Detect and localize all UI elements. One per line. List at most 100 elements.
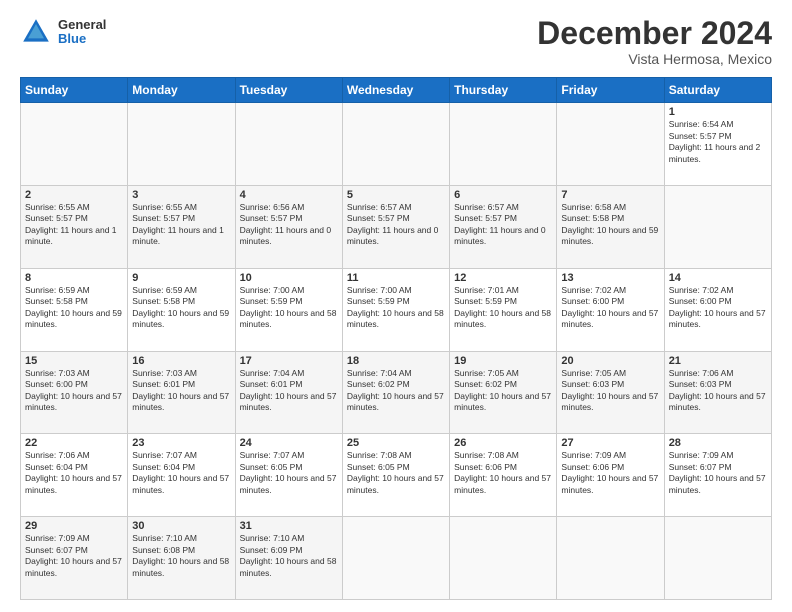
title-block: December 2024 Vista Hermosa, Mexico (537, 16, 772, 67)
day-number: 28 (669, 437, 767, 449)
day-cell-6: 6Sunrise: 6:57 AMSunset: 5:57 PMDaylight… (450, 185, 557, 268)
day-cell-20: 20Sunrise: 7:05 AMSunset: 6:03 PMDayligh… (557, 351, 664, 434)
calendar-week-5: 22Sunrise: 7:06 AMSunset: 6:04 PMDayligh… (21, 434, 772, 517)
day-cell-4: 4Sunrise: 6:56 AMSunset: 5:57 PMDaylight… (235, 185, 342, 268)
empty-cell (664, 517, 771, 600)
day-cell-15: 15Sunrise: 7:03 AMSunset: 6:00 PMDayligh… (21, 351, 128, 434)
day-number: 15 (25, 355, 123, 367)
day-number: 5 (347, 189, 445, 201)
day-info: Sunrise: 7:09 AMSunset: 6:06 PMDaylight:… (561, 450, 659, 496)
day-info: Sunrise: 7:03 AMSunset: 6:01 PMDaylight:… (132, 368, 230, 414)
day-info: Sunrise: 7:07 AMSunset: 6:04 PMDaylight:… (132, 450, 230, 496)
day-info: Sunrise: 7:09 AMSunset: 6:07 PMDaylight:… (25, 533, 123, 579)
day-info: Sunrise: 6:59 AMSunset: 5:58 PMDaylight:… (132, 285, 230, 331)
day-number: 22 (25, 437, 123, 449)
day-number: 6 (454, 189, 552, 201)
column-header-sunday: Sunday (21, 78, 128, 103)
day-info: Sunrise: 7:05 AMSunset: 6:02 PMDaylight:… (454, 368, 552, 414)
day-number: 8 (25, 272, 123, 284)
empty-cell (235, 103, 342, 186)
day-number: 23 (132, 437, 230, 449)
day-number: 30 (132, 520, 230, 532)
day-number: 2 (25, 189, 123, 201)
header: General Blue December 2024 Vista Hermosa… (20, 16, 772, 67)
day-number: 20 (561, 355, 659, 367)
day-info: Sunrise: 7:08 AMSunset: 6:06 PMDaylight:… (454, 450, 552, 496)
empty-cell (21, 103, 128, 186)
day-cell-31: 31Sunrise: 7:10 AMSunset: 6:09 PMDayligh… (235, 517, 342, 600)
day-info: Sunrise: 7:10 AMSunset: 6:08 PMDaylight:… (132, 533, 230, 579)
calendar-week-4: 15Sunrise: 7:03 AMSunset: 6:00 PMDayligh… (21, 351, 772, 434)
day-number: 16 (132, 355, 230, 367)
empty-cell (128, 103, 235, 186)
header-row: SundayMondayTuesdayWednesdayThursdayFrid… (21, 78, 772, 103)
day-cell-28: 28Sunrise: 7:09 AMSunset: 6:07 PMDayligh… (664, 434, 771, 517)
day-number: 19 (454, 355, 552, 367)
column-header-thursday: Thursday (450, 78, 557, 103)
empty-cell (342, 517, 449, 600)
day-info: Sunrise: 6:56 AMSunset: 5:57 PMDaylight:… (240, 202, 338, 248)
day-info: Sunrise: 7:00 AMSunset: 5:59 PMDaylight:… (240, 285, 338, 331)
day-cell-25: 25Sunrise: 7:08 AMSunset: 6:05 PMDayligh… (342, 434, 449, 517)
day-info: Sunrise: 6:54 AMSunset: 5:57 PMDaylight:… (669, 119, 767, 165)
day-cell-2: 2Sunrise: 6:55 AMSunset: 5:57 PMDaylight… (21, 185, 128, 268)
day-cell-8: 8Sunrise: 6:59 AMSunset: 5:58 PMDaylight… (21, 268, 128, 351)
logo-general: General (58, 18, 106, 32)
day-cell-10: 10Sunrise: 7:00 AMSunset: 5:59 PMDayligh… (235, 268, 342, 351)
day-number: 13 (561, 272, 659, 284)
empty-cell (450, 517, 557, 600)
empty-cell (557, 103, 664, 186)
day-info: Sunrise: 7:02 AMSunset: 6:00 PMDaylight:… (561, 285, 659, 331)
day-info: Sunrise: 7:00 AMSunset: 5:59 PMDaylight:… (347, 285, 445, 331)
column-header-saturday: Saturday (664, 78, 771, 103)
logo-text: General Blue (58, 18, 106, 47)
day-cell-1: 1Sunrise: 6:54 AMSunset: 5:57 PMDaylight… (664, 103, 771, 186)
day-info: Sunrise: 6:55 AMSunset: 5:57 PMDaylight:… (25, 202, 123, 248)
day-cell-5: 5Sunrise: 6:57 AMSunset: 5:57 PMDaylight… (342, 185, 449, 268)
day-cell-14: 14Sunrise: 7:02 AMSunset: 6:00 PMDayligh… (664, 268, 771, 351)
logo: General Blue (20, 16, 106, 48)
column-header-friday: Friday (557, 78, 664, 103)
day-cell-30: 30Sunrise: 7:10 AMSunset: 6:08 PMDayligh… (128, 517, 235, 600)
day-cell-3: 3Sunrise: 6:55 AMSunset: 5:57 PMDaylight… (128, 185, 235, 268)
day-number: 29 (25, 520, 123, 532)
calendar-week-1: 1Sunrise: 6:54 AMSunset: 5:57 PMDaylight… (21, 103, 772, 186)
page: General Blue December 2024 Vista Hermosa… (0, 0, 792, 612)
day-info: Sunrise: 7:08 AMSunset: 6:05 PMDaylight:… (347, 450, 445, 496)
day-cell-12: 12Sunrise: 7:01 AMSunset: 5:59 PMDayligh… (450, 268, 557, 351)
day-info: Sunrise: 7:06 AMSunset: 6:03 PMDaylight:… (669, 368, 767, 414)
day-number: 4 (240, 189, 338, 201)
empty-cell (450, 103, 557, 186)
day-cell-13: 13Sunrise: 7:02 AMSunset: 6:00 PMDayligh… (557, 268, 664, 351)
day-number: 9 (132, 272, 230, 284)
day-cell-27: 27Sunrise: 7:09 AMSunset: 6:06 PMDayligh… (557, 434, 664, 517)
day-info: Sunrise: 7:06 AMSunset: 6:04 PMDaylight:… (25, 450, 123, 496)
day-cell-19: 19Sunrise: 7:05 AMSunset: 6:02 PMDayligh… (450, 351, 557, 434)
day-cell-11: 11Sunrise: 7:00 AMSunset: 5:59 PMDayligh… (342, 268, 449, 351)
column-header-tuesday: Tuesday (235, 78, 342, 103)
day-cell-21: 21Sunrise: 7:06 AMSunset: 6:03 PMDayligh… (664, 351, 771, 434)
calendar-body: 1Sunrise: 6:54 AMSunset: 5:57 PMDaylight… (21, 103, 772, 600)
day-number: 10 (240, 272, 338, 284)
logo-icon (20, 16, 52, 48)
day-info: Sunrise: 6:58 AMSunset: 5:58 PMDaylight:… (561, 202, 659, 248)
column-header-monday: Monday (128, 78, 235, 103)
day-info: Sunrise: 7:09 AMSunset: 6:07 PMDaylight:… (669, 450, 767, 496)
day-cell-18: 18Sunrise: 7:04 AMSunset: 6:02 PMDayligh… (342, 351, 449, 434)
day-info: Sunrise: 6:57 AMSunset: 5:57 PMDaylight:… (454, 202, 552, 248)
day-number: 11 (347, 272, 445, 284)
day-cell-16: 16Sunrise: 7:03 AMSunset: 6:01 PMDayligh… (128, 351, 235, 434)
day-number: 31 (240, 520, 338, 532)
day-info: Sunrise: 6:55 AMSunset: 5:57 PMDaylight:… (132, 202, 230, 248)
column-header-wednesday: Wednesday (342, 78, 449, 103)
day-info: Sunrise: 7:04 AMSunset: 6:02 PMDaylight:… (347, 368, 445, 414)
day-cell-22: 22Sunrise: 7:06 AMSunset: 6:04 PMDayligh… (21, 434, 128, 517)
day-info: Sunrise: 7:03 AMSunset: 6:00 PMDaylight:… (25, 368, 123, 414)
day-number: 21 (669, 355, 767, 367)
day-number: 7 (561, 189, 659, 201)
subtitle: Vista Hermosa, Mexico (537, 51, 772, 67)
day-info: Sunrise: 7:05 AMSunset: 6:03 PMDaylight:… (561, 368, 659, 414)
day-number: 1 (669, 106, 767, 118)
day-number: 17 (240, 355, 338, 367)
day-cell-29: 29Sunrise: 7:09 AMSunset: 6:07 PMDayligh… (21, 517, 128, 600)
